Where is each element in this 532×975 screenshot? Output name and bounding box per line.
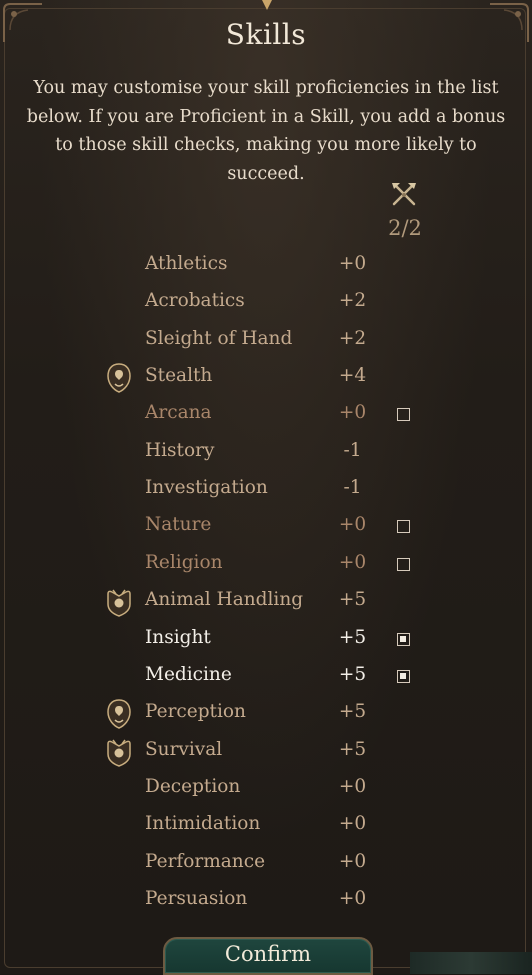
skill-bonus: +0 <box>338 253 367 274</box>
skill-name: Survival <box>145 738 223 760</box>
skill-row-arcana[interactable]: Arcana +0 <box>0 397 532 433</box>
skill-name: Intimidation <box>145 813 261 835</box>
skill-row-animal-handling: Animal Handling +5 <box>0 584 532 620</box>
skill-bonus: +0 <box>338 551 367 573</box>
skill-bonus: +0 <box>338 514 367 536</box>
skill-name: Medicine <box>145 663 232 685</box>
panel-title: Skills <box>225 18 307 51</box>
skill-row-acrobatics: Acrobatics +2 <box>0 285 532 321</box>
skill-row-perception: Perception +5 <box>0 696 532 732</box>
skill-name: Perception <box>145 701 246 723</box>
skill-name: Investigation <box>145 477 268 499</box>
skill-row-performance: Performance +0 <box>0 846 532 882</box>
skill-bonus: -1 <box>343 439 362 461</box>
skill-bonus: +4 <box>338 365 367 387</box>
background-proficiency-icon <box>107 589 131 617</box>
skill-bonus: +2 <box>338 290 367 312</box>
skill-name: Athletics <box>145 253 228 274</box>
top-ornament-icon <box>262 0 272 10</box>
skill-row-sleight-of-hand: Sleight of Hand +2 <box>0 323 532 359</box>
proficiency-checkbox[interactable] <box>397 632 410 646</box>
skill-row-nature[interactable]: Nature +0 <box>0 509 532 545</box>
skill-name: Deception <box>145 775 241 797</box>
proficiency-points-icon <box>392 183 416 206</box>
skill-name: History <box>145 439 215 461</box>
race-proficiency-icon <box>107 363 131 393</box>
skill-name: Acrobatics <box>145 290 245 312</box>
skill-row-survival: Survival +5 <box>0 734 532 770</box>
skill-bonus: +5 <box>338 589 367 611</box>
skill-bonus: +0 <box>338 813 367 835</box>
skill-row-investigation: Investigation -1 <box>0 472 532 508</box>
skill-name: Arcana <box>145 402 212 424</box>
skill-row-deception: Deception +0 <box>0 771 532 807</box>
skill-row-insight[interactable]: Insight +5 <box>0 622 532 658</box>
skill-row-history: History -1 <box>0 435 532 471</box>
background-scenery <box>410 952 532 974</box>
skill-row-athletics: Athletics +0 <box>0 248 532 284</box>
skill-name: Sleight of Hand <box>145 327 293 349</box>
skill-bonus: -1 <box>343 477 362 499</box>
skill-bonus: +5 <box>338 701 367 723</box>
skills-panel: Skills You may customise your skill prof… <box>0 0 532 975</box>
skill-name: Animal Handling <box>145 589 304 611</box>
skill-bonus: +0 <box>338 402 367 424</box>
skill-bonus: +5 <box>338 663 367 685</box>
skill-name: Insight <box>145 626 211 648</box>
race-proficiency-icon <box>107 699 131 729</box>
skill-name: Religion <box>145 551 223 573</box>
proficiency-checkbox[interactable] <box>397 520 410 534</box>
skill-bonus: +0 <box>338 887 367 909</box>
skill-row-intimidation: Intimidation +0 <box>0 808 532 844</box>
skill-bonus: +0 <box>338 850 367 872</box>
skill-bonus: +5 <box>338 738 367 760</box>
skill-row-medicine[interactable]: Medicine +5 <box>0 659 532 695</box>
skill-row-stealth: Stealth +4 <box>0 360 532 396</box>
skill-name: Stealth <box>145 365 213 387</box>
skill-name: Persuasion <box>145 887 248 909</box>
skill-bonus: +5 <box>338 626 367 648</box>
background-proficiency-icon <box>107 739 131 767</box>
skill-bonus: +0 <box>338 775 367 797</box>
skill-bonus: +2 <box>338 327 367 349</box>
confirm-button[interactable]: Confirm <box>163 937 373 975</box>
skill-name: Nature <box>145 514 212 536</box>
panel-description: You may customise your skill proficienci… <box>26 78 506 184</box>
proficiency-counter: 2/2 <box>388 216 422 240</box>
proficiency-checkbox[interactable] <box>397 557 410 571</box>
skill-name: Performance <box>145 850 266 872</box>
skill-row-persuasion: Persuasion +0 <box>0 883 532 919</box>
proficiency-checkbox[interactable] <box>397 669 410 683</box>
proficiency-checkbox[interactable] <box>397 408 410 422</box>
skill-row-religion[interactable]: Religion +0 <box>0 547 532 583</box>
